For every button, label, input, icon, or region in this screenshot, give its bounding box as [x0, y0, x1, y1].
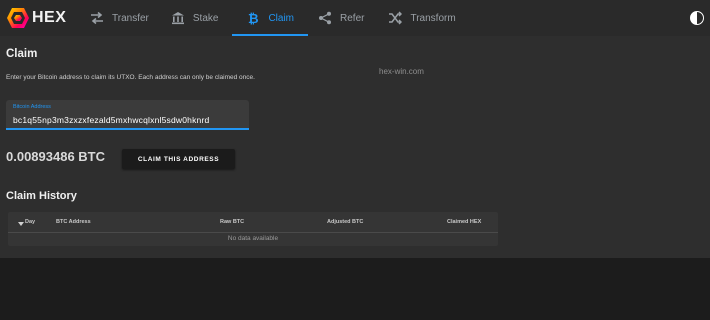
- column-day[interactable]: Day: [25, 219, 35, 225]
- watermark-text: hex-win.com: [379, 67, 424, 76]
- share-icon: [319, 11, 332, 25]
- column-adjusted-btc[interactable]: Adjusted BTC: [327, 219, 363, 225]
- claim-page: Claim Enter your Bitcoin address to clai…: [0, 36, 710, 258]
- hex-logo[interactable]: HEX: [6, 0, 76, 36]
- page-title: Claim: [6, 48, 38, 60]
- app-name: HEX: [32, 9, 67, 26]
- nav-transfer[interactable]: Transfer: [82, 0, 157, 36]
- column-btc-address[interactable]: BTC Address: [56, 219, 91, 225]
- bitcoin-icon: ₿: [248, 12, 259, 25]
- nav-stake-label: Stake: [192, 12, 219, 24]
- claim-amount: 0.00893486 BTC: [6, 149, 106, 164]
- column-raw-btc[interactable]: Raw BTC: [220, 219, 244, 225]
- shuffle-icon: [389, 11, 403, 25]
- svg-text:₿: ₿: [248, 12, 259, 25]
- sort-down-icon[interactable]: [18, 222, 24, 226]
- bitcoin-address-input[interactable]: bc1q55np3m3zxzxfezald5mxhwcqlxnl5sdw0hkn…: [13, 115, 209, 125]
- claim-instructions: Enter your Bitcoin address to claim its …: [6, 74, 255, 81]
- nav-transform[interactable]: Transform: [380, 0, 463, 36]
- nav-claim[interactable]: ₿ Claim: [232, 0, 308, 36]
- claim-history-table: Day BTC Address Raw BTC Adjusted BTC Cla…: [8, 212, 498, 246]
- empty-table-message: No data available: [227, 235, 279, 242]
- bank-icon: [171, 12, 184, 25]
- transfer-icon: [91, 11, 103, 25]
- column-claimed-hex[interactable]: Claimed HEX: [447, 219, 481, 225]
- top-nav-bar: HEX Transfer Stake ₿ Claim Refer Transfo…: [0, 0, 710, 36]
- hex-logo-icon: [7, 8, 29, 28]
- claim-address-button[interactable]: CLAIM THIS ADDRESS: [122, 149, 235, 169]
- table-header: Day BTC Address Raw BTC Adjusted BTC Cla…: [8, 212, 498, 233]
- page-background: [0, 258, 710, 320]
- nav-refer-label: Refer: [340, 12, 365, 24]
- bitcoin-address-label: Bitcoin Address: [13, 104, 51, 110]
- nav-transform-label: Transform: [410, 12, 456, 24]
- claim-history-title: Claim History: [6, 190, 77, 202]
- nav-claim-label: Claim: [268, 12, 295, 24]
- theme-toggle-icon[interactable]: [690, 11, 704, 25]
- nav-transfer-label: Transfer: [112, 12, 149, 24]
- nav-stake[interactable]: Stake: [163, 0, 227, 36]
- bitcoin-address-field[interactable]: Bitcoin Address bc1q55np3m3zxzxfezald5mx…: [6, 100, 249, 130]
- nav-refer[interactable]: Refer: [310, 0, 372, 36]
